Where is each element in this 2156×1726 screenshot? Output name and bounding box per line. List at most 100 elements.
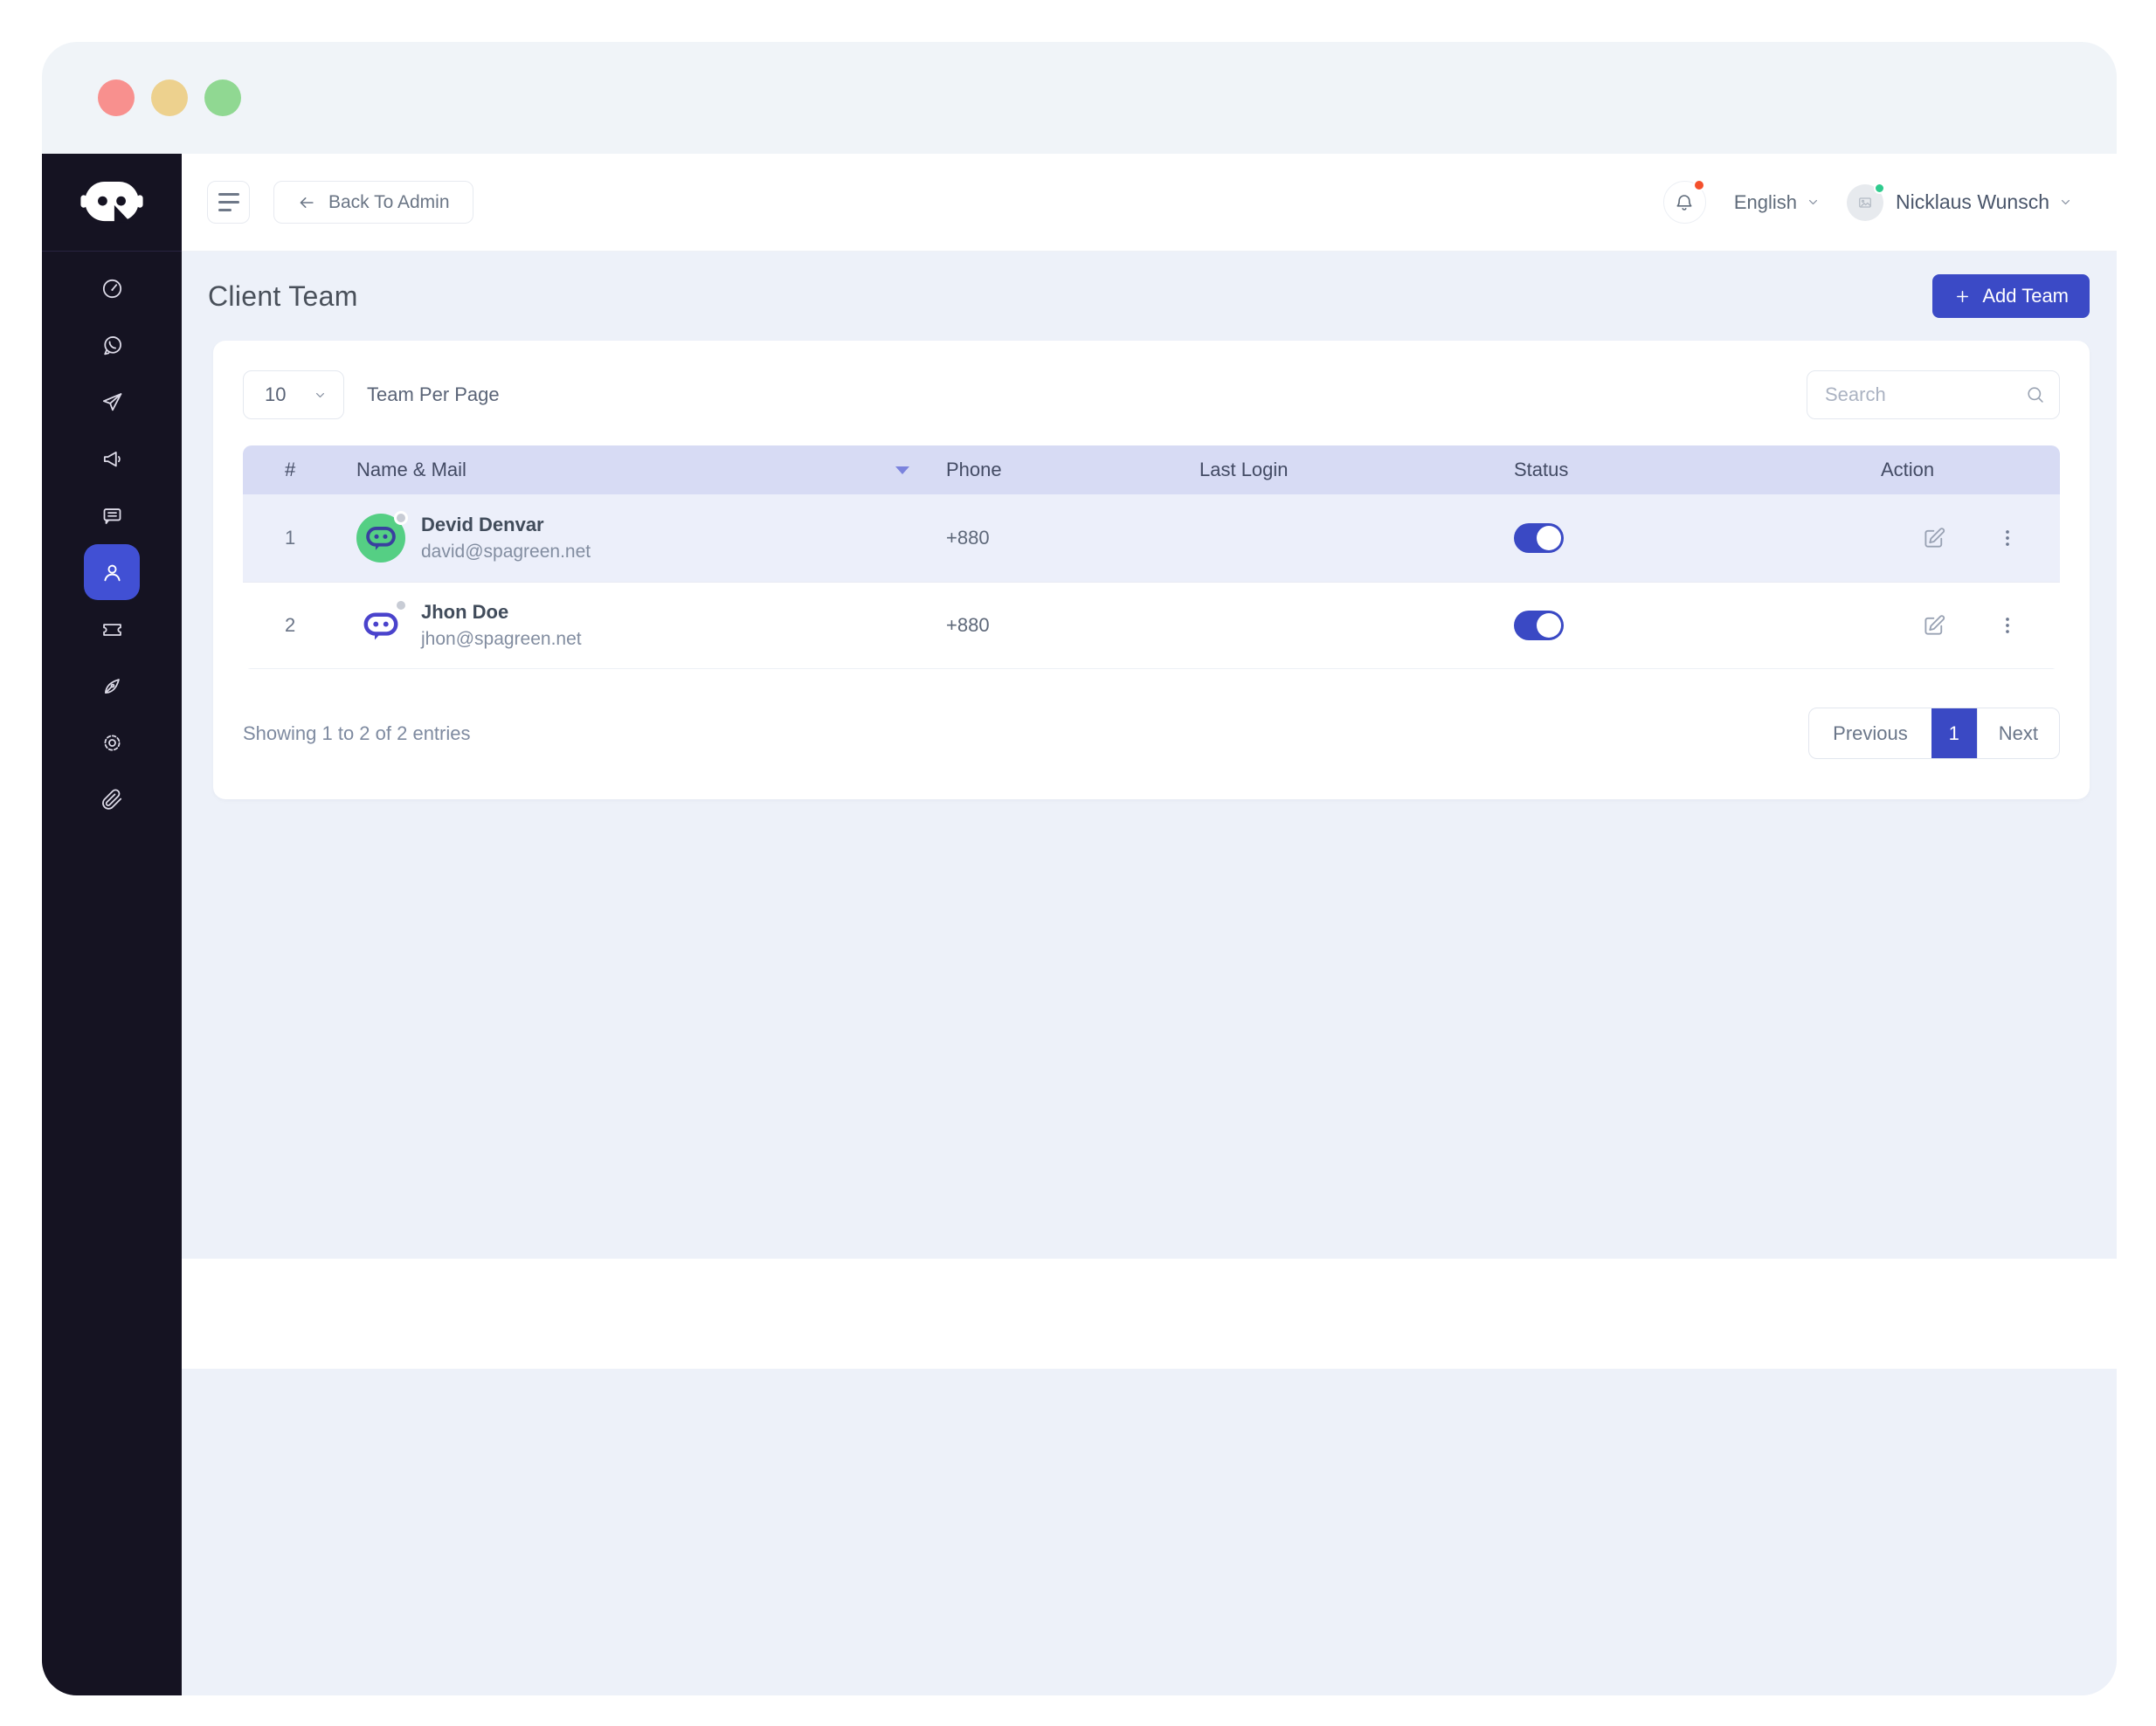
image-placeholder-icon	[1856, 194, 1874, 211]
sidebar-item-client-team[interactable]	[84, 544, 140, 600]
back-to-admin-label: Back To Admin	[328, 192, 450, 213]
table-row: 1 Devid Denvar david@spagreen.net	[243, 494, 2060, 582]
sidebar-item-announcement[interactable]	[84, 431, 140, 487]
sidebar	[42, 154, 182, 1695]
member-phone: +880	[946, 614, 1199, 637]
sidebar-item-telegram[interactable]	[84, 374, 140, 430]
column-header-last-login[interactable]: Last Login	[1199, 459, 1514, 481]
member-name: Jhon Doe	[421, 603, 582, 622]
chat-messages-icon	[100, 504, 124, 528]
column-header-phone[interactable]: Phone	[946, 459, 1199, 481]
chevron-down-icon	[313, 388, 328, 403]
pagination-current-page[interactable]: 1	[1931, 708, 1977, 758]
user-avatar[interactable]	[1847, 184, 1883, 221]
table-row: 2 Jhon Doe jhon@spagreen.net	[243, 582, 2060, 669]
more-actions-button[interactable]	[1996, 527, 2019, 549]
announcement-megaphone-icon	[100, 447, 124, 471]
dashboard-gauge-icon	[100, 277, 124, 300]
team-table: # Name & Mail Phone Last Login Status Ac…	[243, 445, 2060, 669]
member-phone: +880	[946, 527, 1199, 549]
topbar: Back To Admin English Nicklau	[182, 154, 2117, 252]
back-to-admin-button[interactable]: Back To Admin	[273, 181, 473, 224]
more-actions-button[interactable]	[1996, 614, 2019, 637]
add-team-button[interactable]: Add Team	[1932, 274, 2090, 318]
chevron-down-icon[interactable]	[2058, 195, 2073, 210]
edit-button[interactable]	[1921, 612, 1947, 639]
member-avatar	[356, 514, 405, 563]
footer-block	[182, 1369, 2117, 1695]
sidebar-item-chat[interactable]	[84, 487, 140, 543]
offline-status-dot	[394, 511, 408, 525]
sidebar-item-attachment[interactable]	[84, 771, 140, 827]
column-header-status[interactable]: Status	[1514, 459, 1881, 481]
per-page-label: Team Per Page	[367, 383, 500, 406]
team-user-icon	[100, 561, 124, 584]
chevron-down-icon	[1806, 195, 1821, 210]
bell-icon	[1674, 192, 1695, 213]
sidebar-item-signature[interactable]	[84, 658, 140, 714]
column-header-action[interactable]: Action	[1881, 459, 2060, 481]
add-team-label: Add Team	[1982, 285, 2069, 307]
app-logo[interactable]	[42, 154, 182, 252]
sidebar-nav	[42, 252, 182, 828]
status-toggle[interactable]	[1514, 523, 1564, 553]
member-email: david@spagreen.net	[421, 542, 591, 561]
sidebar-item-ticket[interactable]	[84, 601, 140, 657]
member-name: Devid Denvar	[421, 515, 591, 535]
page-title: Client Team	[208, 280, 358, 313]
attachment-paperclip-icon	[100, 788, 124, 811]
ticket-icon	[100, 618, 124, 641]
team-table-card: 10 Team Per Page # Name	[213, 341, 2090, 799]
status-toggle[interactable]	[1514, 611, 1564, 640]
window-maximize-button[interactable]	[204, 79, 241, 116]
row-index: 1	[243, 527, 356, 549]
online-status-dot	[1874, 183, 1885, 194]
member-email: jhon@spagreen.net	[421, 630, 582, 648]
kebab-menu-icon	[1996, 527, 2019, 549]
row-index: 2	[243, 614, 356, 637]
per-page-value: 10	[265, 383, 286, 406]
edit-button[interactable]	[1921, 525, 1947, 551]
edit-icon	[1921, 612, 1947, 639]
kebab-menu-icon	[1996, 614, 2019, 637]
telegram-send-icon	[100, 390, 124, 414]
robot-avatar-icon	[363, 524, 398, 552]
sort-desc-icon[interactable]	[895, 466, 909, 474]
hamburger-icon	[218, 193, 239, 211]
content-gap	[182, 1259, 2117, 1369]
sidebar-item-settings[interactable]	[84, 715, 140, 770]
notification-badge	[1693, 179, 1705, 191]
arrow-left-icon	[297, 193, 316, 212]
robot-logo-icon	[79, 181, 144, 224]
edit-icon	[1921, 525, 1947, 551]
app-window: Back To Admin English Nicklau	[42, 42, 2117, 1695]
column-header-index[interactable]: #	[243, 459, 356, 481]
table-header-row: # Name & Mail Phone Last Login Status Ac…	[243, 445, 2060, 494]
menu-toggle-button[interactable]	[207, 181, 250, 224]
pagination-next-button[interactable]: Next	[1977, 708, 2059, 758]
main-content: Client Team Add Team 10 Team Per Page	[182, 252, 2117, 1259]
sidebar-item-dashboard[interactable]	[84, 260, 140, 316]
settings-gear-icon	[100, 731, 124, 755]
signature-pen-icon	[100, 674, 124, 698]
column-header-name-mail[interactable]: Name & Mail	[356, 459, 946, 481]
search-input[interactable]	[1807, 370, 2060, 419]
sidebar-item-whatsapp[interactable]	[84, 317, 140, 373]
search-icon	[2025, 384, 2046, 405]
window-close-button[interactable]	[98, 79, 135, 116]
user-name[interactable]: Nicklaus Wunsch	[1896, 190, 2049, 214]
plus-icon	[1953, 287, 1972, 306]
window-titlebar	[42, 42, 2117, 154]
notifications-button[interactable]	[1663, 181, 1706, 224]
offline-status-dot	[394, 598, 408, 612]
pagination: Previous 1 Next	[1808, 708, 2060, 759]
whatsapp-icon	[100, 334, 124, 357]
language-selector[interactable]: English	[1734, 191, 1821, 214]
window-minimize-button[interactable]	[151, 79, 188, 116]
robot-avatar-icon	[361, 610, 401, 642]
entries-summary: Showing 1 to 2 of 2 entries	[243, 722, 471, 745]
per-page-select[interactable]: 10	[243, 370, 344, 419]
pagination-previous-button[interactable]: Previous	[1809, 708, 1931, 758]
language-label: English	[1734, 191, 1797, 214]
member-avatar	[356, 601, 405, 650]
